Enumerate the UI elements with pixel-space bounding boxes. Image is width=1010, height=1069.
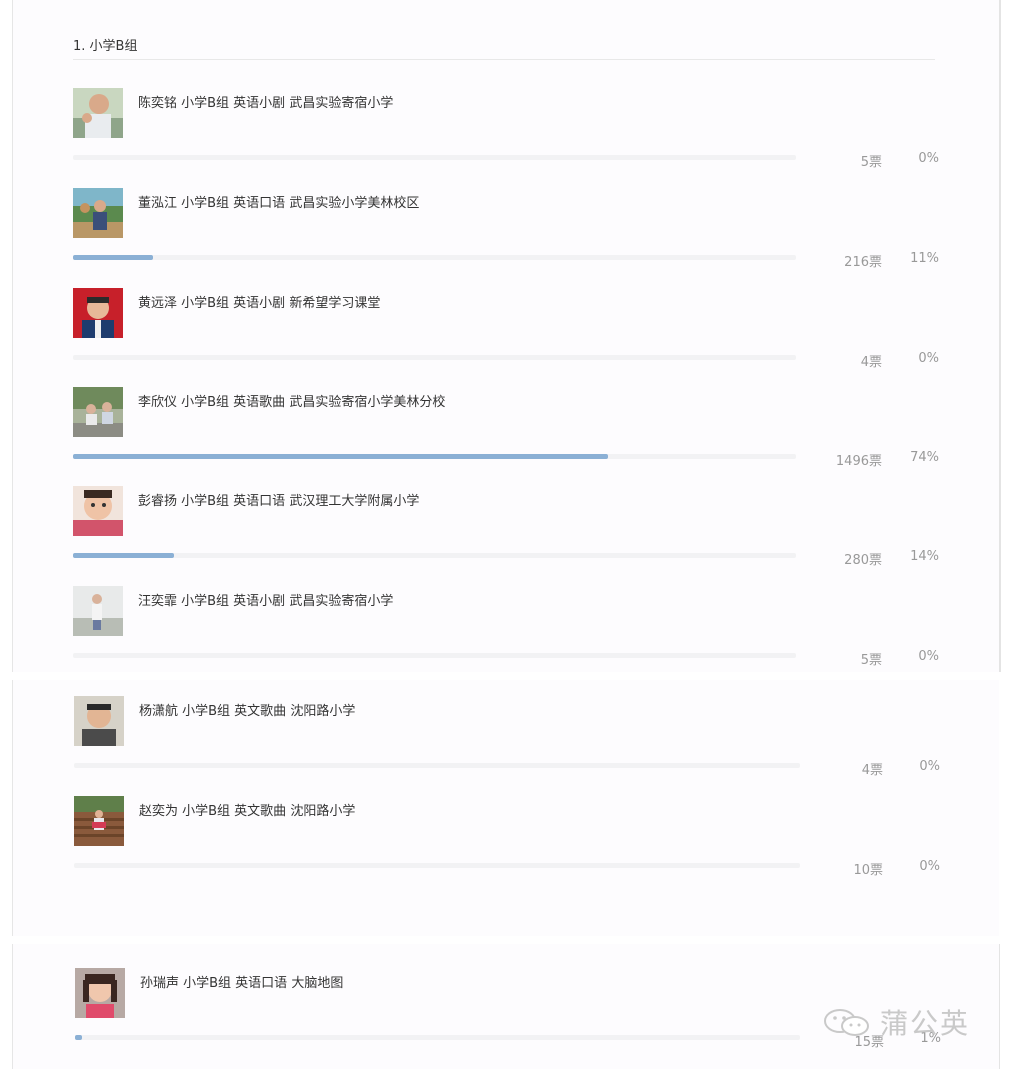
vote-percent: 14% <box>910 549 939 564</box>
candidate-label: 汪奕霏 小学B组 英语小剧 武昌实验寄宿小学 <box>138 594 394 609</box>
vote-count: 5票 <box>860 155 882 170</box>
candidate-label: 李欣仪 小学B组 英语歌曲 武昌实验寄宿小学美林分校 <box>138 395 446 410</box>
vote-count: 10票 <box>853 863 883 878</box>
candidate-label: 黄远泽 小学B组 英语小剧 新希望学习课堂 <box>138 296 381 311</box>
vote-count: 4票 <box>861 763 883 778</box>
candidate-item[interactable]: 陈奕铭 小学B组 英语小剧 武昌实验寄宿小学 5票 0% <box>73 88 939 180</box>
vote-bar <box>73 355 796 360</box>
vote-bar <box>73 454 796 459</box>
vote-bar-fill <box>73 454 609 459</box>
vote-bar <box>74 863 800 868</box>
vote-percent: 0% <box>919 759 940 774</box>
vote-count: 280票 <box>844 553 882 568</box>
candidate-label: 杨潇航 小学B组 英文歌曲 沈阳路小学 <box>139 704 356 719</box>
vote-bar <box>73 553 796 558</box>
wechat-icon <box>822 1008 874 1042</box>
candidate-item[interactable]: 汪奕霏 小学B组 英语小剧 武昌实验寄宿小学 5票 0% <box>73 586 939 678</box>
avatar <box>74 696 124 746</box>
vote-percent: 0% <box>918 649 939 664</box>
avatar <box>73 88 123 138</box>
vote-count: 216票 <box>844 255 882 270</box>
avatar <box>73 188 123 238</box>
vote-count: 1496票 <box>835 454 882 469</box>
candidate-item[interactable]: 李欣仪 小学B组 英语歌曲 武昌实验寄宿小学美林分校 1496票 74% <box>73 387 939 479</box>
avatar <box>73 586 123 636</box>
vote-count: 5票 <box>860 653 882 668</box>
candidate-item[interactable]: 赵奕为 小学B组 英文歌曲 沈阳路小学 10票 0% <box>74 796 940 888</box>
avatar <box>73 288 123 338</box>
group-title: 1. 小学B组 <box>73 35 935 60</box>
vote-percent: 0% <box>918 351 939 366</box>
avatar <box>75 968 125 1018</box>
vote-bar <box>73 653 796 658</box>
avatar <box>73 387 123 437</box>
vote-bar-fill <box>75 1035 83 1040</box>
vote-percent: 74% <box>910 450 939 465</box>
vote-count: 4票 <box>860 355 882 370</box>
avatar <box>73 486 123 536</box>
vote-bar <box>74 763 800 768</box>
candidate-label: 彭睿扬 小学B组 英语口语 武汉理工大学附属小学 <box>138 494 420 509</box>
watermark: 蒲公英 <box>822 1002 982 1042</box>
vote-bar-fill <box>73 553 175 558</box>
candidate-label: 孙瑞声 小学B组 英语口语 大脑地图 <box>140 976 344 991</box>
candidate-item[interactable]: 杨潇航 小学B组 英文歌曲 沈阳路小学 4票 0% <box>74 696 940 788</box>
candidate-item[interactable]: 彭睿扬 小学B组 英语口语 武汉理工大学附属小学 280票 14% <box>73 486 939 578</box>
candidate-label: 陈奕铭 小学B组 英语小剧 武昌实验寄宿小学 <box>138 96 394 111</box>
vote-bar <box>73 255 796 260</box>
candidate-label: 董泓江 小学B组 英语口语 武昌实验小学美林校区 <box>138 196 420 211</box>
candidate-item[interactable]: 董泓江 小学B组 英语口语 武昌实验小学美林校区 216票 11% <box>73 188 939 280</box>
candidate-item[interactable]: 黄远泽 小学B组 英语小剧 新希望学习课堂 4票 0% <box>73 288 939 380</box>
vote-bar-fill <box>73 255 153 260</box>
vote-bar <box>73 155 796 160</box>
vote-percent: 0% <box>919 859 940 874</box>
candidate-item[interactable]: 孙瑞声 小学B组 英语口语 大脑地图 15票 1% <box>75 968 941 1060</box>
watermark-text: 蒲公英 <box>880 1007 971 1040</box>
avatar <box>74 796 124 846</box>
vote-percent: 0% <box>918 151 939 166</box>
vote-bar <box>75 1035 800 1040</box>
vote-percent: 11% <box>910 251 939 266</box>
candidate-label: 赵奕为 小学B组 英文歌曲 沈阳路小学 <box>139 804 356 819</box>
